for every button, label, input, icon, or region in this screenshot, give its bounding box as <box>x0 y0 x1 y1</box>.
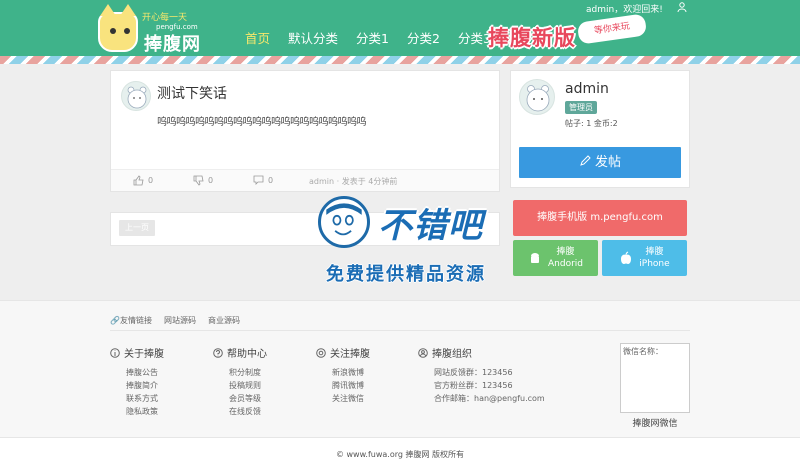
dislike-count: 0 <box>208 176 214 185</box>
post-actions: 0 0 0 admin · 发表于 4分钟前 <box>111 169 499 191</box>
post-body: 呜呜呜呜呜呜呜呜呜呜呜呜呜呜呜呜呜呜呜呜呜呜 <box>157 117 367 128</box>
cartoon-face-icon <box>318 196 370 248</box>
comment-button[interactable]: 0 <box>253 175 273 186</box>
android-line2: Andorid <box>548 259 583 269</box>
new-post-label: 发帖 <box>594 155 621 170</box>
user-group-icon <box>418 347 428 358</box>
thumbs-down-icon <box>193 175 204 186</box>
iphone-line2: iPhone <box>639 259 670 269</box>
footer-link[interactable]: 隐私政策 <box>110 405 164 418</box>
follow-icon <box>316 347 326 358</box>
footer-link[interactable]: 在线反馈 <box>213 405 267 418</box>
wechat-qr-caption: 捧腹网微信 <box>632 419 678 429</box>
friend-links: 🔗友情链接 网站源码 商业源码 <box>110 311 690 331</box>
pencil-icon <box>580 155 591 166</box>
bear-avatar-icon <box>127 86 147 109</box>
post-time: 发表于 4分钟前 <box>341 177 398 186</box>
footer-link[interactable]: 新浪微博 <box>316 366 370 379</box>
footer-info[interactable]: 合作邮箱：han@pengfu.com <box>418 392 545 405</box>
user-icon[interactable] <box>677 2 687 12</box>
banner-ribbon: 等你来玩 <box>576 13 648 45</box>
post-title[interactable]: 测试下笑话 <box>157 83 227 103</box>
footer-col-title: 帮助中心 <box>227 349 267 360</box>
copyright-text: © www.fuwa.org 捧腹网 版权所有 <box>335 450 465 459</box>
site-footer: 🔗友情链接 网站源码 商业源码 关于捧腹 捧腹公告 捧腹简介 联系方式 隐私政策… <box>0 300 800 437</box>
profile-stats: 帖子: 1 金币:2 <box>565 119 618 128</box>
comment-count: 0 <box>268 176 274 185</box>
android-line1: 捧腹 <box>556 247 575 257</box>
welcome-text[interactable]: admin，欢迎回来! <box>586 2 663 15</box>
footer-link[interactable]: 捧腹简介 <box>110 379 164 392</box>
comment-icon <box>253 175 264 185</box>
dislike-button[interactable]: 0 <box>193 175 213 186</box>
friend-link[interactable]: 商业源码 <box>208 315 240 326</box>
watermark-overlay: 不错吧 免费提供精品资源 <box>318 196 544 292</box>
info-icon <box>110 347 120 358</box>
post-meta: admin · 发表于 4分钟前 <box>309 177 398 186</box>
footer-link[interactable]: 腾讯微博 <box>316 379 370 392</box>
banner-title: 捧腹新版 <box>488 26 576 50</box>
watermark-subtitle: 免费提供精品资源 <box>326 264 486 285</box>
nav-item-default[interactable]: 默认分类 <box>279 30 347 48</box>
like-button[interactable]: 0 <box>133 175 153 186</box>
site-logo[interactable]: 开心每一天 pengfu.com 捧腹网 <box>98 4 228 55</box>
friend-link[interactable]: 网站源码 <box>164 315 196 326</box>
cat-mascot-icon <box>98 4 138 52</box>
footer-link[interactable]: 联系方式 <box>110 392 164 405</box>
logo-slogan: 开心每一天 <box>142 13 188 23</box>
friend-links-label: 🔗友情链接 <box>110 316 152 325</box>
nav-item-cat2[interactable]: 分类2 <box>398 30 449 48</box>
footer-link[interactable]: 会员等级 <box>213 392 267 405</box>
copyright-bar: © www.fuwa.org 捧腹网 版权所有 <box>0 437 800 471</box>
footer-info: 官方粉丝群：123456 <box>434 381 513 390</box>
footer-col-follow: 关注捧腹 新浪微博 腾讯微博 关注微信 <box>316 345 370 405</box>
footer-col-org: 捧腹组织 网站反馈群：123456 官方粉丝群：123456 合作邮箱：han@… <box>418 345 545 405</box>
footer-link[interactable]: 捧腹公告 <box>110 366 164 379</box>
footer-col-help: 帮助中心 积分制度 投稿规则 会员等级 在线反馈 <box>213 345 267 418</box>
wechat-qr-image: 微信名称： <box>620 343 690 413</box>
logo-name: 捧腹网 <box>144 34 201 55</box>
post-author[interactable]: admin <box>309 177 334 186</box>
like-count: 0 <box>148 176 154 185</box>
footer-link[interactable]: 投稿规则 <box>213 379 267 392</box>
author-avatar[interactable] <box>121 81 151 111</box>
prev-page-button[interactable]: 上一页 <box>119 220 155 236</box>
main-nav: 首页 默认分类 分类1 分类2 分类3 <box>236 30 500 48</box>
footer-col-title: 关注捧腹 <box>330 349 370 360</box>
header-stripe <box>0 56 800 64</box>
iphone-app-link[interactable]: 捧腹 iPhone <box>602 240 687 276</box>
nav-item-cat1[interactable]: 分类1 <box>347 30 398 48</box>
question-icon <box>213 347 223 358</box>
watermark-title: 不错吧 <box>378 206 483 246</box>
footer-col-title: 捧腹组织 <box>432 349 472 360</box>
footer-link[interactable]: 关注微信 <box>316 392 370 405</box>
footer-info: 网站反馈群：123456 <box>434 368 513 377</box>
site-header: 开心每一天 pengfu.com 捧腹网 首页 默认分类 分类1 分类2 分类3… <box>0 0 800 56</box>
thumbs-up-icon <box>133 175 144 186</box>
profile-card: admin 管理员 帖子: 1 金币:2 发帖 <box>510 70 690 188</box>
apple-icon <box>621 251 632 264</box>
footer-col-title: 关于捧腹 <box>124 349 164 360</box>
footer-link[interactable]: 积分制度 <box>213 366 267 379</box>
post-card: 测试下笑话 呜呜呜呜呜呜呜呜呜呜呜呜呜呜呜呜呜呜呜呜呜呜 0 0 0 admin… <box>110 70 500 192</box>
bear-avatar-icon <box>526 85 550 112</box>
iphone-line1: 捧腹 <box>645 247 664 257</box>
profile-name[interactable]: admin <box>565 81 609 97</box>
nav-item-home[interactable]: 首页 <box>236 30 279 48</box>
new-post-button[interactable]: 发帖 <box>519 147 681 178</box>
profile-avatar[interactable] <box>519 79 555 115</box>
footer-col-about: 关于捧腹 捧腹公告 捧腹简介 联系方式 隐私政策 <box>110 345 164 418</box>
role-badge: 管理员 <box>565 101 597 114</box>
